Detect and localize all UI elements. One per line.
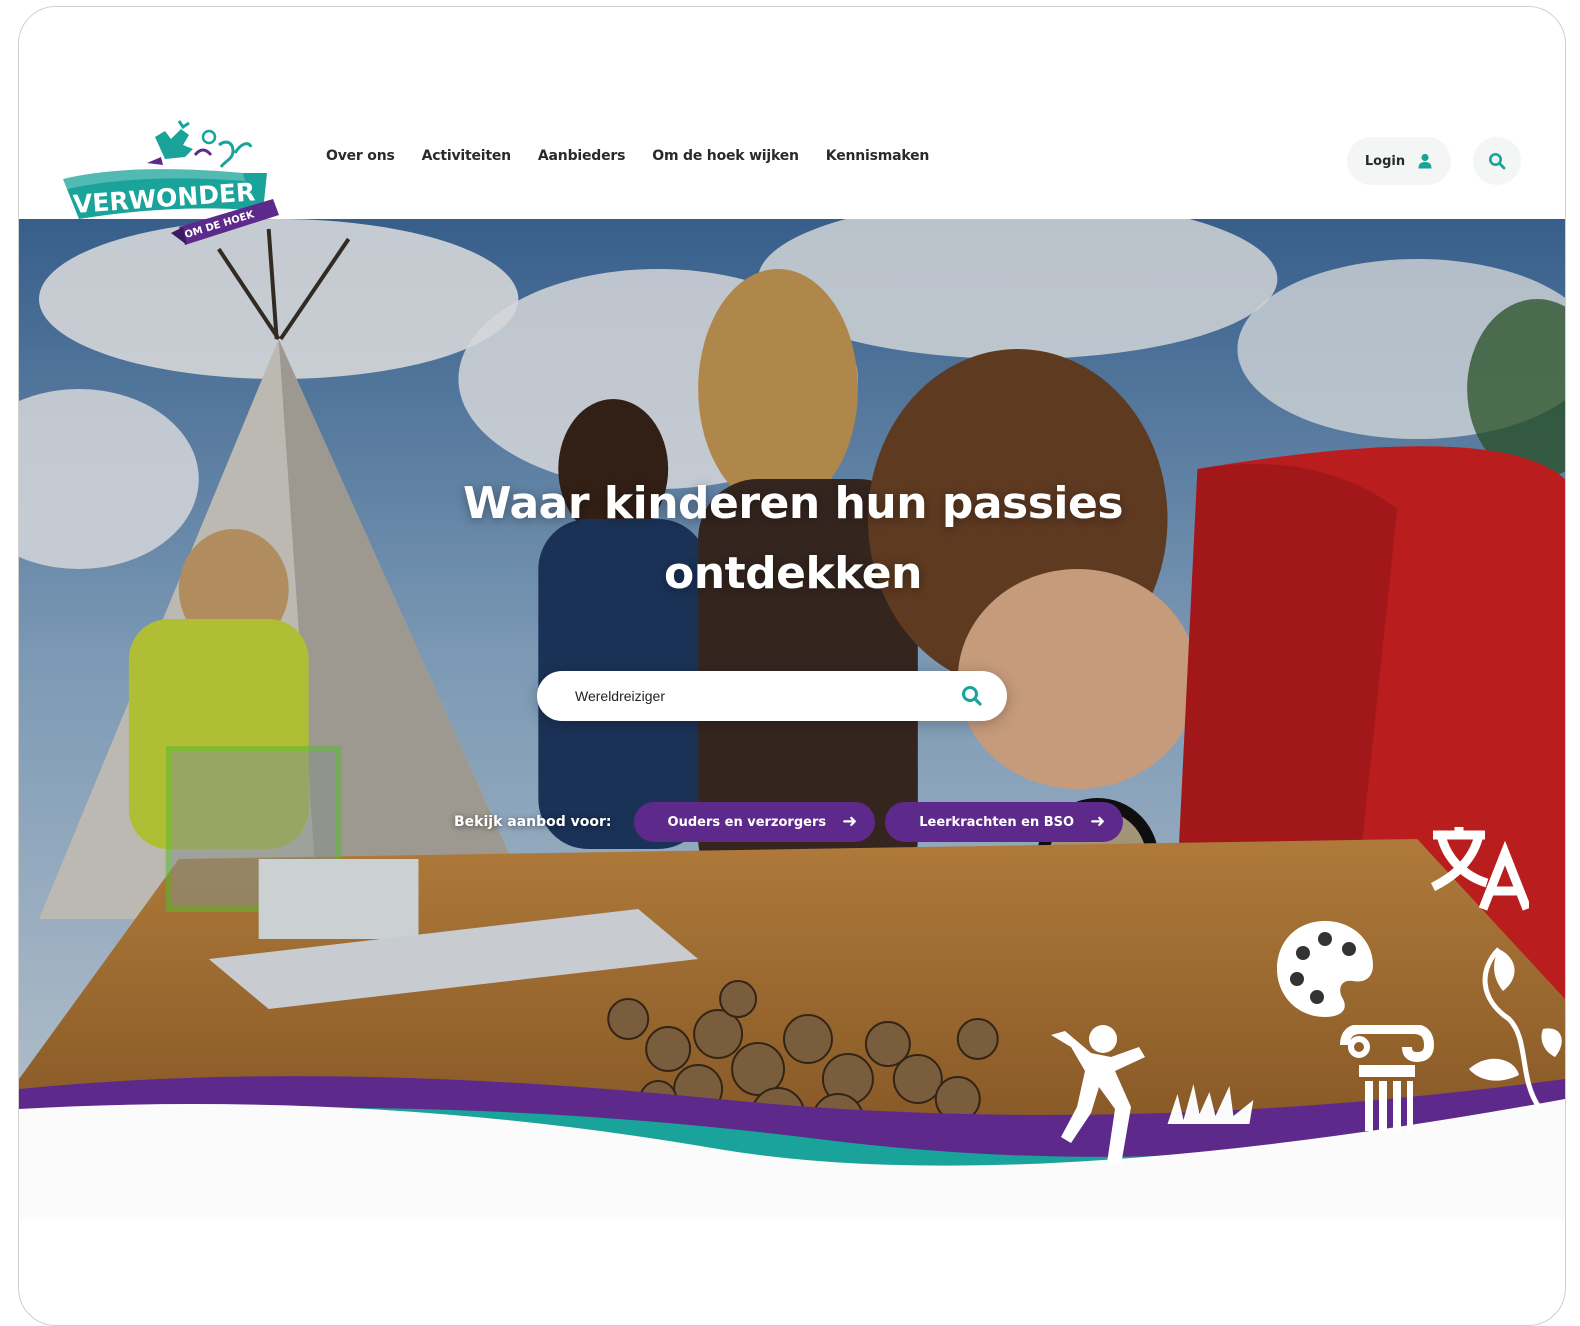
main-nav: Over ons Activiteiten Aanbieders Om de h…	[326, 148, 929, 164]
hero-title-line1: Waar kinderen hun passies	[462, 478, 1124, 529]
translate-icon	[1430, 827, 1529, 911]
palette-icon	[1277, 921, 1373, 1017]
plant-icon	[1469, 947, 1562, 1109]
nav-item-aanbieders[interactable]: Aanbieders	[538, 148, 626, 164]
logo-figures-icon	[147, 120, 253, 168]
parents-button-label: Ouders en verzorgers	[667, 814, 827, 830]
nav-item-om-de-hoek-wijken[interactable]: Om de hoek wijken	[652, 148, 799, 164]
header-search-button[interactable]	[1473, 137, 1521, 185]
search-icon	[1489, 153, 1506, 170]
search-icon[interactable]	[959, 683, 985, 709]
hero-title-line2: ontdekken	[664, 548, 922, 599]
dancer-icon	[1051, 1025, 1145, 1165]
nav-item-activiteiten[interactable]: Activiteiten	[422, 148, 511, 164]
hero-search-box	[537, 671, 1007, 721]
user-icon	[1418, 153, 1432, 169]
hero-title: Waar kinderen hun passies ontdekken	[19, 469, 1565, 609]
site-logo[interactable]: VERWONDER OM DE HOEK	[59, 115, 289, 247]
column-icon	[1340, 1025, 1435, 1131]
offer-label: Bekijk aanbod voor:	[454, 814, 612, 830]
teachers-button-label: Leerkrachten en BSO	[919, 814, 1075, 830]
offer-row: Bekijk aanbod voor: Ouders en verzorgers…	[454, 801, 1133, 843]
nav-item-kennismaken[interactable]: Kennismaken	[826, 148, 930, 164]
arrow-right-icon: ➜	[1090, 811, 1106, 832]
arrow-right-icon: ➜	[842, 811, 858, 832]
login-button[interactable]: Login	[1347, 137, 1451, 185]
browser-frame: Over ons Activiteiten Aanbieders Om de h…	[18, 6, 1566, 1326]
hero-search-input[interactable]	[575, 671, 945, 721]
hero-section: Waar kinderen hun passies ontdekken Beki…	[19, 219, 1565, 1219]
login-label: Login	[1364, 153, 1406, 169]
nav-item-over-ons[interactable]: Over ons	[326, 148, 395, 164]
parents-button[interactable]: Ouders en verzorgers ➜	[633, 802, 876, 842]
teachers-button[interactable]: Leerkrachten en BSO ➜	[885, 802, 1124, 842]
